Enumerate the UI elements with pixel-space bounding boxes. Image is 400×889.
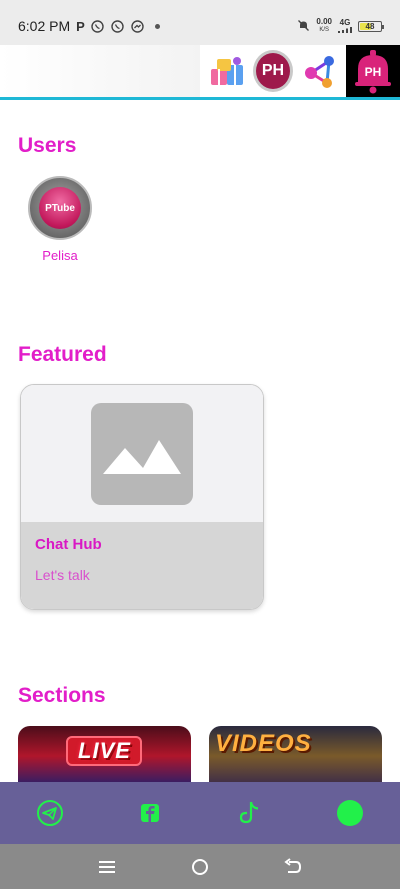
signal-icon: 4G [338,19,352,33]
sections-section-title: Sections [18,684,106,707]
network-type: 4G [339,18,351,27]
data-speed-value: 0.00 [316,17,332,26]
user-item[interactable]: PTube Pelisa [28,176,92,263]
user-name: Pelisa [42,248,78,263]
bottom-nav [0,782,400,844]
avatar[interactable]: PTube [28,176,92,240]
bell-label: PH [365,65,382,79]
notification-bell-icon[interactable]: PH [346,45,400,97]
green-dot [337,800,363,826]
status-left: 6:02 PM P [18,18,160,34]
featured-body: Chat Hub Let's talk [21,522,263,609]
facebook-icon[interactable] [130,793,170,833]
whatsapp-icon [91,19,105,33]
system-nav-bar [0,844,400,889]
battery-level: 48 [365,21,375,31]
featured-subtitle: Let's talk [35,567,90,583]
ph-app-label: PH [253,50,293,92]
section-thumb-videos[interactable]: VIDEOS [209,726,382,786]
featured-card[interactable]: Chat Hub Let's talk [20,384,264,610]
whatsapp-icon [111,19,125,33]
telegram-icon[interactable] [30,793,70,833]
data-speed: 0.00 K/S [316,18,332,34]
share-network-icon[interactable] [299,51,339,91]
menu-icon[interactable] [92,852,122,882]
featured-section-title: Featured [18,343,107,366]
header-app-icons: PH PH [200,45,400,97]
dot-icon [154,23,160,29]
back-icon[interactable] [278,852,308,882]
messenger-icon [131,19,145,33]
ph-app-icon[interactable]: PH [253,50,293,92]
users-section-title: Users [18,134,77,157]
featured-title: Chat Hub [35,536,102,553]
data-speed-unit: K/S [319,27,330,33]
avatar-logo: PTube [39,187,81,229]
status-time: 6:02 PM [18,18,71,34]
tiktok-icon[interactable] [230,793,270,833]
image-placeholder-icon [91,402,193,505]
status-right: 0.00 K/S 4G 48 [297,18,384,34]
section-label-live: LIVE [78,738,131,763]
section-thumb-live[interactable]: LIVE [18,726,191,786]
battery-icon: 48 [358,20,384,32]
app-header: PH PH [0,45,400,100]
home-icon[interactable] [185,852,215,882]
p-indicator-icon: P [76,18,85,34]
featured-image [21,385,263,522]
section-label-videos: VIDEOS [215,730,312,757]
mute-bell-icon [297,19,310,34]
gifts-app-icon[interactable] [207,51,247,91]
status-dot[interactable] [330,793,370,833]
